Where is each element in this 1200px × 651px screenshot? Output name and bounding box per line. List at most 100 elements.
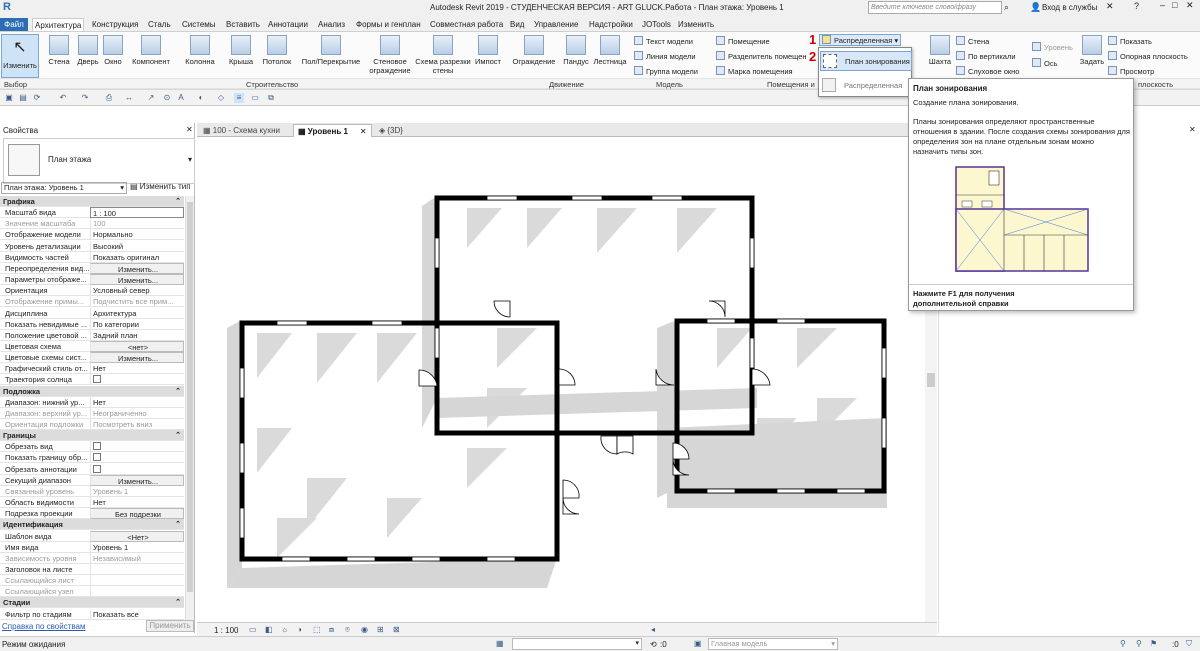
vertical-opening-button[interactable]: По вертикали <box>956 51 1016 61</box>
tab-analyze[interactable]: Анализ <box>316 18 347 31</box>
tab-level-1[interactable]: ▦ Уровень 1 ✕ <box>293 124 372 137</box>
search-input[interactable]: Введите ключевое слово/фразу <box>868 1 1002 14</box>
property-value[interactable]: Изменить... <box>90 474 184 486</box>
properties-scrollbar[interactable] <box>185 196 194 620</box>
property-value[interactable] <box>90 452 184 464</box>
property-row[interactable]: Показать границу обр... <box>0 452 184 464</box>
property-value[interactable] <box>90 463 184 475</box>
curtain-system-button[interactable]: Стеновое ограждение <box>368 35 412 75</box>
tab-structure[interactable]: Конструкция <box>90 18 140 31</box>
collapse-icon[interactable]: ⌃ <box>175 386 181 397</box>
drawing-scroll-thumb[interactable] <box>927 373 935 387</box>
tab-view[interactable]: Вид <box>508 18 526 31</box>
door-button[interactable]: Дверь <box>76 35 100 66</box>
roof-button[interactable]: Крыша <box>226 35 256 66</box>
worksets-icon[interactable]: ▦ <box>496 639 504 648</box>
collapse-icon[interactable]: ⌃ <box>175 196 181 207</box>
open-icon[interactable]: ▣ <box>4 93 14 103</box>
minimize-icon[interactable]: – <box>1160 0 1165 10</box>
property-row[interactable]: Масштаб вида 1 : 100 <box>0 207 184 219</box>
property-row[interactable]: Отображение модели Нормально <box>0 229 184 241</box>
mullion-button[interactable]: Импост <box>473 35 503 66</box>
dormer-button[interactable]: Слуховое окно <box>956 66 1019 76</box>
property-row[interactable]: Отображение примы... Подчистить все прим.… <box>0 296 184 308</box>
select-underlay-icon[interactable]: ⚲ <box>1136 639 1142 648</box>
property-value[interactable]: Нет <box>90 363 184 375</box>
door-west-room-east-2[interactable] <box>562 497 580 515</box>
tab-modify[interactable]: Изменить <box>676 18 716 31</box>
model-line-button[interactable]: Линия модели <box>634 51 696 61</box>
column-button[interactable]: Колонна <box>181 35 219 66</box>
tab-architecture[interactable]: Архитектура <box>32 18 85 31</box>
crop-view-icon[interactable]: ⬚ <box>313 625 321 634</box>
property-row[interactable]: Уровень детализации Высокий <box>0 240 184 252</box>
chevron-down-icon[interactable]: ▾ <box>188 155 192 164</box>
tab-systems[interactable]: Системы <box>180 18 218 31</box>
room-separator-button[interactable]: Разделитель помещен <box>716 51 807 61</box>
property-row[interactable]: Заголовок на листе <box>0 563 184 575</box>
property-value[interactable]: Изменить... <box>90 262 184 274</box>
thin-lines-icon[interactable]: ≡ <box>234 93 244 103</box>
property-category[interactable]: Подложка ⌃ <box>0 385 184 397</box>
edit-type-button[interactable]: ▤ Изменить тип <box>130 182 191 191</box>
view-scale[interactable]: 1 : 100 <box>214 626 238 635</box>
door-east-room-east[interactable] <box>751 368 771 386</box>
property-category[interactable]: Границы ⌃ <box>0 430 184 442</box>
property-checkbox[interactable] <box>93 442 101 451</box>
property-category[interactable]: Графика ⌃ <box>0 196 184 207</box>
dropdown-item-zone-plan[interactable]: План зонирования <box>820 51 912 71</box>
modify-button[interactable]: ↖ Изменить <box>1 34 39 78</box>
reveal-hidden-icon[interactable]: ◉ <box>361 625 368 634</box>
component-button[interactable]: Компонент <box>128 35 174 66</box>
instance-filter[interactable]: План этажа: Уровень 1 ▾ <box>1 182 127 194</box>
3d-view-icon[interactable]: ◐ <box>196 93 206 103</box>
sync-icon[interactable]: ⟳ <box>32 93 42 103</box>
property-row[interactable]: Шаблон вида <Нет> <box>0 530 184 542</box>
property-category[interactable]: Идентификация ⌃ <box>0 519 184 531</box>
tab-file[interactable]: Файл <box>0 18 28 31</box>
grid-button[interactable]: Ось <box>1032 58 1058 68</box>
property-category[interactable]: Стадии ⌃ <box>0 597 184 609</box>
property-value[interactable]: <Нет> <box>90 530 184 542</box>
wall-button[interactable]: Стена <box>45 35 73 66</box>
property-checkbox[interactable] <box>93 453 101 462</box>
property-row[interactable]: Ссылающийся узел <box>0 586 184 598</box>
redo-icon[interactable]: ↷ <box>80 93 90 103</box>
property-row[interactable]: Фильтр по стадиям Показать все <box>0 608 184 620</box>
shadows-icon[interactable]: ◑ <box>297 625 302 634</box>
property-value[interactable]: Нет <box>90 497 184 509</box>
close-icon[interactable]: ✕ <box>360 127 367 136</box>
room-button[interactable]: Помещение <box>716 36 770 46</box>
property-value[interactable]: По категории <box>90 318 184 330</box>
editing-requests-icon[interactable]: ⟲ <box>650 640 657 649</box>
properties-close-icon[interactable]: ✕ <box>186 125 193 134</box>
properties-scroll-thumb[interactable] <box>187 202 193 592</box>
door-corridor-east[interactable] <box>558 368 576 386</box>
property-row[interactable]: Ссылающийся лист <box>0 575 184 587</box>
tab-massing[interactable]: Формы и генплан <box>354 18 423 31</box>
property-row[interactable]: Зависимость уровня Независимый <box>0 552 184 564</box>
property-row[interactable]: Цветовая схема <нет> <box>0 340 184 352</box>
door-entry-right[interactable] <box>616 435 634 455</box>
property-row[interactable]: Диапазон: нижний ур... Нет <box>0 396 184 408</box>
tab-steel[interactable]: Сталь <box>146 18 173 31</box>
constraints-icon[interactable]: ⊠ <box>393 625 400 634</box>
property-row[interactable]: Параметры отображе... Изменить... <box>0 274 184 286</box>
search-icon[interactable]: ⌕ <box>1004 2 1009 13</box>
help-icon[interactable]: ? <box>1134 1 1139 11</box>
drawing-area[interactable] <box>197 138 937 622</box>
property-row[interactable]: Положение цветовой ... Задний план <box>0 329 184 341</box>
show-crop-icon[interactable]: ⧈ <box>329 625 334 635</box>
property-value[interactable]: <нет> <box>90 340 184 352</box>
railing-button[interactable]: Ограждение <box>510 35 558 66</box>
workset-select[interactable]: ▾ <box>512 638 642 650</box>
tab-3d[interactable]: ◈ {3D} <box>375 124 407 137</box>
close-icon[interactable]: ✕ <box>1189 125 1196 134</box>
apply-button[interactable]: Применить <box>146 620 194 632</box>
property-row[interactable]: Графический стиль от... Нет <box>0 363 184 375</box>
collapse-icon[interactable]: ⌃ <box>175 519 181 530</box>
property-value[interactable]: Показать все <box>90 608 184 620</box>
model-group-button[interactable]: Группа модели <box>634 66 698 76</box>
section-icon[interactable]: ◇ <box>216 93 226 103</box>
tab-kitchen-scheme[interactable]: ▦ 100 - Схема кухни <box>199 124 284 137</box>
